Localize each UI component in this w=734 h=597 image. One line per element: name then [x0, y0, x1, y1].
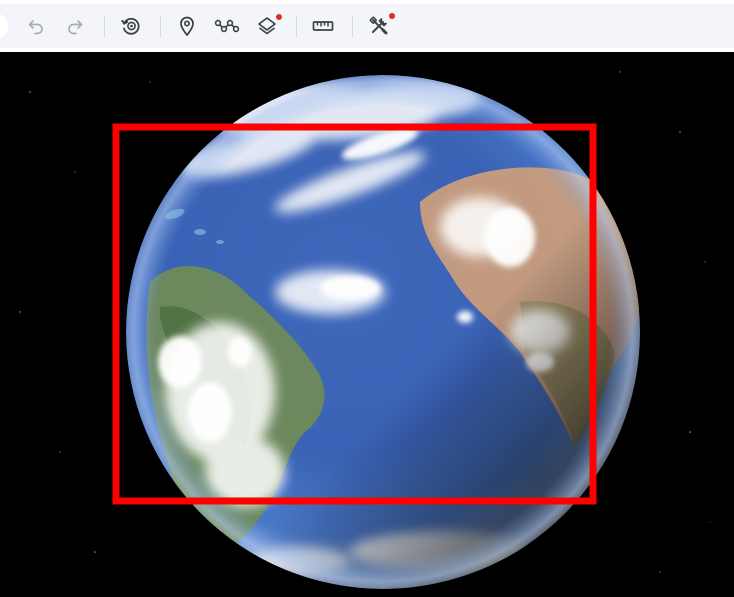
path-icon	[214, 19, 240, 33]
layers-icon	[258, 17, 276, 35]
earth-globe	[126, 75, 640, 589]
toolbar-divider	[104, 16, 105, 38]
tools-icon	[369, 16, 388, 35]
toolbar-strip	[0, 4, 734, 48]
globe-scene	[19, 71, 711, 589]
ruler-icon	[312, 21, 334, 31]
history-icon	[121, 17, 140, 35]
history-button[interactable]	[117, 12, 145, 40]
undo-button[interactable]	[22, 12, 50, 40]
redo-icon	[68, 20, 83, 35]
earth-app	[0, 0, 734, 597]
search-box-edge[interactable]	[0, 13, 8, 39]
toolbar-divider	[296, 16, 297, 38]
toolbar-divider	[160, 16, 161, 38]
measure-button[interactable]	[309, 12, 337, 40]
redo-button[interactable]	[61, 12, 89, 40]
globe-viewport[interactable]	[0, 52, 734, 597]
layers-notification-badge	[276, 14, 282, 20]
undo-icon	[28, 20, 43, 35]
place-pin-icon	[180, 16, 194, 36]
tools-notification-badge	[389, 13, 395, 19]
draw-path-button[interactable]	[213, 12, 241, 40]
add-placemark-button[interactable]	[173, 12, 201, 40]
top-toolbar	[0, 0, 734, 52]
toolbar-divider	[352, 16, 353, 38]
